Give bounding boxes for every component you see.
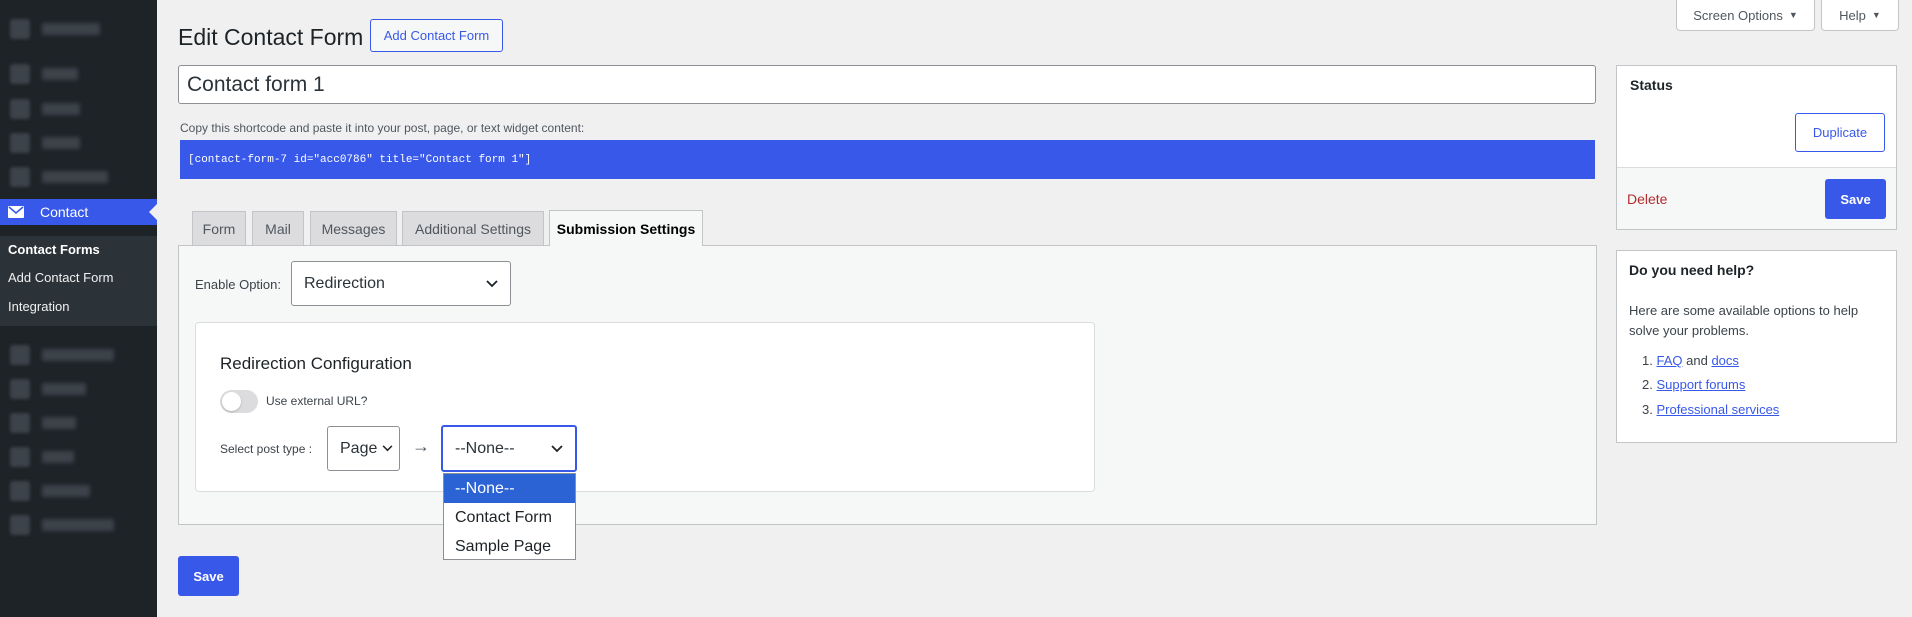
sidebar-item-comments[interactable] — [0, 160, 157, 194]
plugins-icon — [10, 379, 30, 399]
chevron-down-icon — [486, 279, 498, 287]
page-title: Edit Contact Form — [178, 24, 364, 50]
save-button[interactable]: Save — [178, 556, 239, 596]
dropdown-option-sample-page[interactable]: Sample Page — [444, 532, 575, 561]
sidebar-contact-label: Contact — [40, 204, 89, 220]
sidebar-item-media[interactable] — [0, 92, 157, 126]
tools-icon — [10, 447, 30, 467]
sidebar-item-collapse[interactable] — [0, 508, 157, 542]
redirection-config-title: Redirection Configuration — [220, 354, 412, 373]
caret-down-icon: ▼ — [1788, 10, 1798, 20]
status-title: Status — [1630, 77, 1673, 93]
settings-icon — [10, 481, 30, 501]
tab-submission-settings[interactable]: Submission Settings — [549, 210, 703, 246]
help-title: Do you need help? — [1629, 262, 1755, 278]
page-select-dropdown: --None-- Contact Form Sample Page — [443, 473, 576, 560]
shortcode-field[interactable]: [contact-form-7 id="acc0786" title="Cont… — [180, 140, 1595, 179]
external-url-label: Use external URL? — [266, 394, 368, 408]
status-save-button[interactable]: Save — [1825, 179, 1886, 219]
add-contact-form-button[interactable]: Add Contact Form — [370, 19, 503, 52]
enable-option-label: Enable Option: — [195, 277, 282, 292]
dropdown-option-contact-form[interactable]: Contact Form — [444, 503, 575, 532]
tab-additional-settings[interactable]: Additional Settings — [402, 211, 544, 245]
duplicate-button[interactable]: Duplicate — [1795, 113, 1885, 152]
pages-icon — [10, 133, 30, 153]
docs-link[interactable]: docs — [1711, 353, 1738, 368]
caret-down-icon: ▼ — [1871, 10, 1881, 20]
help-text: Here are some available options to help … — [1629, 303, 1859, 338]
dropdown-option-none[interactable]: --None-- — [444, 474, 575, 503]
sidebar-item-dashboard[interactable] — [0, 12, 157, 46]
help-item-support: 2. Support forums — [1642, 377, 1746, 392]
shortcode-description: Copy this shortcode and paste it into yo… — [180, 121, 585, 135]
form-title-input[interactable]: Contact form 1 — [178, 65, 1596, 104]
external-url-toggle[interactable] — [220, 390, 258, 413]
professional-services-link[interactable]: Professional services — [1656, 402, 1779, 417]
help-button[interactable]: Help ▼ — [1821, 0, 1899, 31]
tab-form[interactable]: Form — [192, 211, 246, 245]
sidebar-item-appearance[interactable] — [0, 338, 157, 372]
sidebar-item-tools[interactable] — [0, 440, 157, 474]
collapse-icon — [10, 515, 30, 535]
sidebar-item-contact[interactable]: Contact — [0, 199, 157, 225]
dashboard-icon — [10, 19, 30, 39]
sidebar-item-settings[interactable] — [0, 474, 157, 508]
sidebar-item-posts[interactable] — [0, 57, 157, 91]
post-type-label: Select post type : — [220, 442, 313, 456]
sidebar-item-pages[interactable] — [0, 126, 157, 160]
submenu-integration[interactable]: Integration — [8, 299, 69, 314]
submenu-contact-forms[interactable]: Contact Forms — [8, 242, 100, 257]
chevron-down-icon — [382, 445, 393, 452]
enable-option-select[interactable]: Redirection — [291, 261, 511, 306]
arrow-right-icon: → — [412, 436, 430, 456]
faq-link[interactable]: FAQ — [1656, 353, 1682, 368]
appearance-icon — [10, 345, 30, 365]
post-type-select[interactable]: Page — [327, 426, 400, 471]
comments-icon — [10, 167, 30, 187]
submenu-add-contact-form[interactable]: Add Contact Form — [8, 270, 114, 285]
mail-icon — [8, 206, 24, 218]
support-forums-link[interactable]: Support forums — [1656, 377, 1745, 392]
screen-options-button[interactable]: Screen Options ▼ — [1676, 0, 1815, 31]
page-select[interactable]: --None-- — [441, 425, 577, 472]
media-icon — [10, 99, 30, 119]
help-item-faq: 1. FAQ and docs — [1642, 353, 1739, 368]
tab-mail[interactable]: Mail — [252, 211, 304, 245]
tab-messages[interactable]: Messages — [310, 211, 397, 245]
sidebar-item-plugins[interactable] — [0, 372, 157, 406]
posts-icon — [10, 64, 30, 84]
help-item-professional: 3. Professional services — [1642, 402, 1780, 417]
delete-link[interactable]: Delete — [1627, 191, 1667, 207]
admin-sidebar: Contact Contact Forms Add Contact Form I… — [0, 0, 157, 617]
chevron-down-icon — [551, 444, 563, 452]
users-icon — [10, 413, 30, 433]
sidebar-item-users[interactable] — [0, 406, 157, 440]
